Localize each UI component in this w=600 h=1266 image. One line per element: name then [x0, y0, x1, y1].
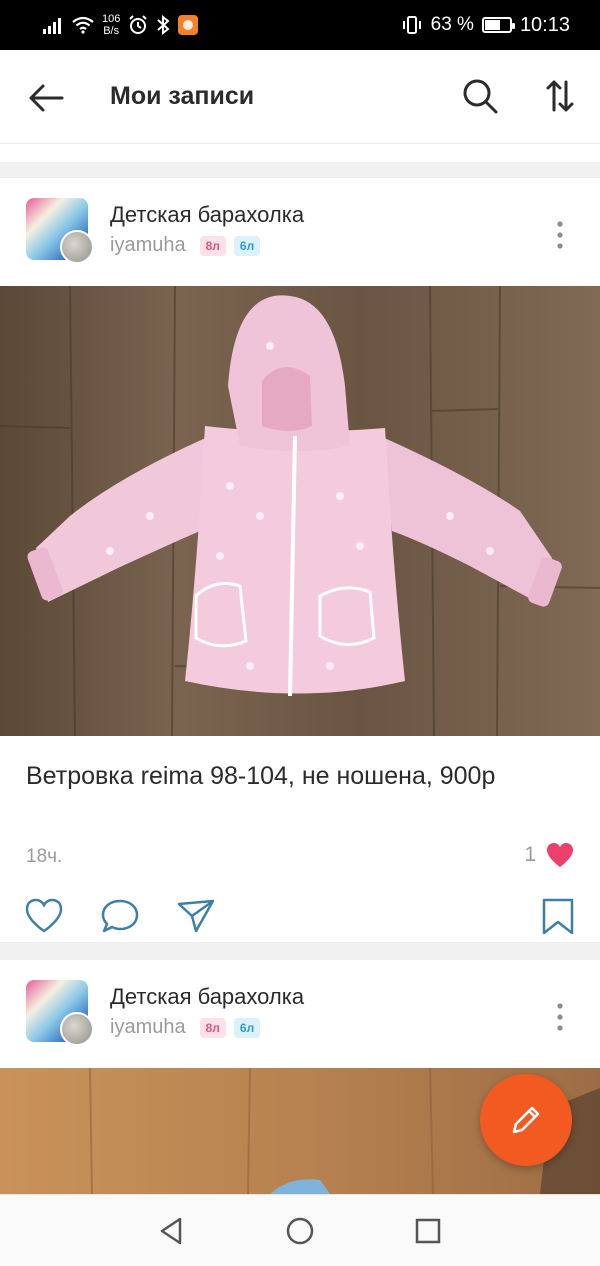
more-options-icon[interactable]: [548, 218, 572, 252]
signal-icon: [43, 18, 61, 34]
child-age-badge: 8л: [199, 235, 226, 256]
user-avatar: [60, 230, 94, 264]
child-age-badge: 8л: [199, 1017, 226, 1038]
system-nav-bar: [0, 1194, 600, 1266]
back-triangle-icon[interactable]: [154, 1213, 190, 1249]
filled-heart-icon: [547, 843, 573, 867]
battery-icon: [481, 17, 515, 33]
app-notification-icon: [178, 15, 199, 35]
post-header: Детская барахолка iyamuha 8л 6л: [0, 960, 600, 1068]
post-card: Детская барахолка iyamuha 8л 6л: [0, 178, 600, 942]
group-avatar[interactable]: [26, 980, 94, 1046]
feed-divider: [0, 942, 600, 960]
user-avatar: [60, 1012, 94, 1046]
group-name[interactable]: Детская барахолка: [110, 984, 304, 1010]
clock: 10:13: [519, 13, 570, 36]
share-icon[interactable]: [176, 896, 216, 936]
recents-square-icon[interactable]: [410, 1213, 446, 1249]
battery-percent: 63 %: [430, 14, 474, 35]
author-name[interactable]: iyamuha: [110, 234, 186, 257]
author-line: iyamuha 8л 6л: [110, 234, 261, 257]
like-heart-icon[interactable]: [24, 896, 64, 936]
page-title: Мои записи: [110, 82, 255, 110]
group-avatar[interactable]: [26, 198, 94, 264]
more-options-icon[interactable]: [548, 1000, 572, 1034]
likes-counter[interactable]: 1: [524, 842, 574, 868]
group-name[interactable]: Детская барахолка: [110, 202, 304, 228]
wifi-icon: [72, 16, 94, 34]
create-post-button[interactable]: [480, 1074, 572, 1166]
post-time: 18ч.: [26, 846, 63, 867]
vibrate-icon: [402, 16, 421, 34]
search-icon[interactable]: [460, 76, 500, 116]
post-caption: Ветровка reima 98-104, не ношена, 900р: [26, 762, 496, 790]
jacket-photo-image: [0, 286, 600, 736]
likes-count: 1: [524, 843, 536, 866]
home-circle-icon[interactable]: [282, 1213, 318, 1249]
sort-icon[interactable]: [540, 76, 580, 116]
author-name[interactable]: iyamuha: [110, 1016, 186, 1039]
post-meta: 18ч. 1: [0, 826, 600, 888]
comment-icon[interactable]: [100, 896, 140, 936]
author-line: iyamuha 8л 6л: [110, 1016, 261, 1039]
feed-divider: [0, 162, 600, 178]
back-arrow-icon[interactable]: [26, 78, 66, 118]
bookmark-icon[interactable]: [538, 896, 578, 936]
bluetooth-icon: [157, 15, 170, 35]
child-age-badge: 6л: [233, 235, 261, 256]
status-bar: 106 B/s 63 % 10:13: [0, 0, 600, 50]
alarm-icon: [129, 15, 148, 34]
pencil-icon: [512, 1106, 540, 1134]
post-header: Детская барахолка iyamuha 8л 6л: [0, 178, 600, 286]
post-photo[interactable]: [0, 286, 600, 736]
network-speed: 106 B/s: [102, 13, 121, 37]
app-bar: Мои записи: [0, 50, 600, 144]
child-age-badge: 6л: [233, 1017, 261, 1038]
